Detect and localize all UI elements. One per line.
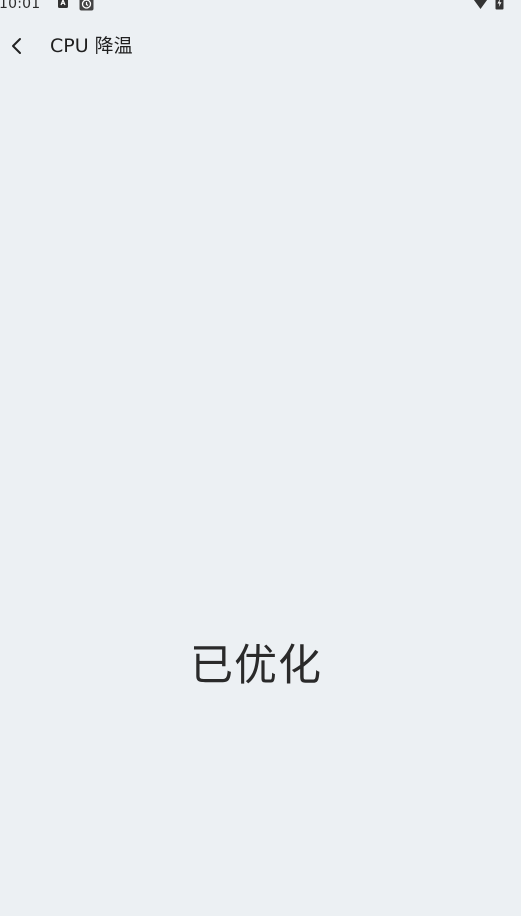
sim-card-icon: [58, 0, 68, 8]
wifi-icon: [473, 0, 488, 9]
status-time: 10:01: [0, 0, 41, 12]
page-title: CPU 降温: [50, 35, 133, 57]
battery-charging-icon: [495, 0, 504, 10]
optimization-status-text: 已优化: [190, 641, 322, 691]
status-bar: 10:01: [0, 0, 521, 16]
app-header: CPU 降温: [0, 24, 521, 68]
back-button[interactable]: [0, 24, 34, 68]
chevron-left-icon: [12, 38, 21, 54]
settings-sync-icon: [79, 0, 94, 11]
